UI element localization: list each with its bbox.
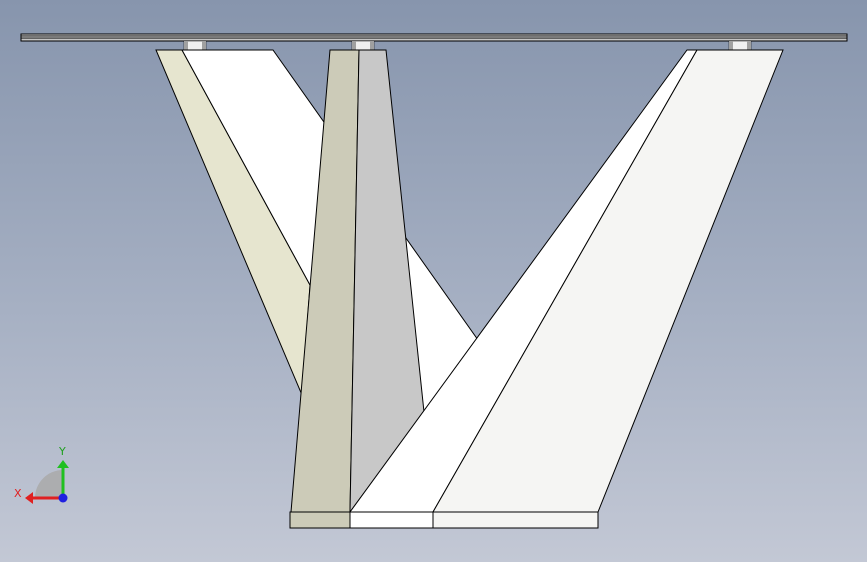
x-axis-label: X — [14, 487, 22, 500]
connector-center[interactable] — [351, 40, 375, 51]
reference-triad: Y X — [14, 445, 69, 504]
model-view[interactable]: Y X — [0, 0, 867, 562]
z-axis-icon — [58, 493, 68, 503]
base-plate[interactable] — [289, 511, 599, 529]
connector-right[interactable] — [728, 40, 752, 51]
x-axis-arrow-icon — [25, 492, 33, 504]
y-axis-arrow-icon — [57, 460, 69, 468]
connector-left[interactable] — [183, 40, 207, 51]
y-axis-label: Y — [58, 445, 66, 458]
graphics-viewport[interactable]: Y X — [0, 0, 867, 562]
triad-quadrant-icon — [35, 470, 63, 498]
table-top[interactable] — [20, 33, 848, 42]
